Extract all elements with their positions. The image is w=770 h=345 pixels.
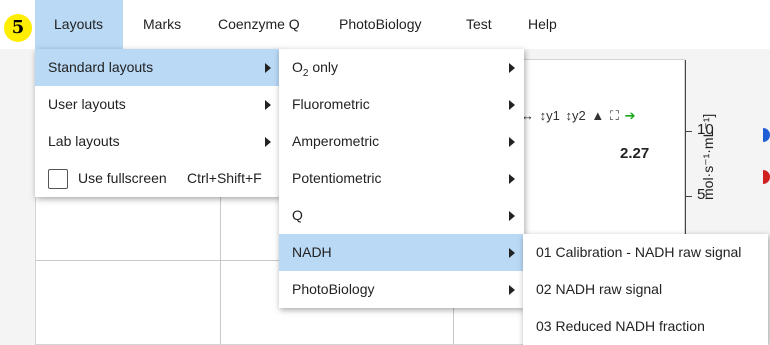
menu-item-label: Amperometric	[292, 133, 380, 149]
fullscreen-icon[interactable]: ⛶	[609, 108, 620, 124]
menu-item-label: 01 Calibration - NADH raw signal	[536, 244, 742, 260]
menu-item-calibration-nadh[interactable]: 01 Calibration - NADH raw signal	[523, 234, 768, 271]
menu-help[interactable]: Help	[528, 0, 557, 49]
menu-item-label: Fluorometric	[292, 96, 370, 112]
step-badge: 5	[4, 14, 32, 42]
submenu-arrow-icon	[265, 63, 271, 73]
menu-coenzyme-q[interactable]: Coenzyme Q	[218, 0, 300, 49]
menu-item-label: 03 Reduced NADH fraction	[536, 318, 705, 334]
scale-y2-icon[interactable]: ↕y2	[564, 108, 586, 123]
menu-item-lab-layouts[interactable]: Lab layouts	[35, 123, 280, 160]
menu-item-standard-layouts[interactable]: Standard layouts	[35, 49, 280, 86]
export-icon[interactable]: ➔	[624, 108, 637, 124]
value-readout: 2.27	[620, 145, 650, 162]
menu-item-fluorometric[interactable]: Fluorometric	[279, 86, 524, 123]
menu-item-label: Standard layouts	[48, 59, 154, 75]
menu-item-amperometric[interactable]: Amperometric	[279, 123, 524, 160]
menu-item-photobiology[interactable]: PhotoBiology	[279, 271, 524, 308]
menu-item-nadh-raw-signal[interactable]: 02 NADH raw signal	[523, 271, 768, 308]
menu-item-label: PhotoBiology	[292, 281, 375, 297]
y-axis-label: mol·s⁻¹·mL⁻¹]	[700, 113, 716, 200]
menu-photobiology[interactable]: PhotoBiology	[339, 0, 422, 49]
submenu-arrow-icon	[509, 100, 515, 110]
standard-layouts-menu: O2 only Fluorometric Amperometric Potent…	[279, 49, 524, 308]
menu-layouts[interactable]: Layouts	[35, 0, 123, 49]
grid-line	[220, 195, 221, 345]
menu-bar: 5 Layouts Marks Coenzyme Q PhotoBiology …	[0, 0, 770, 49]
menu-item-o2-only[interactable]: O2 only	[279, 49, 524, 86]
menu-item-label: 02 NADH raw signal	[536, 281, 663, 297]
submenu-arrow-icon	[509, 63, 515, 73]
menu-marks[interactable]: Marks	[143, 0, 181, 49]
graph-toolbar: ↔ ↕y1 ↕y2 ▲ ⛶ ➔	[520, 108, 636, 130]
menu-item-label: Use fullscreen	[78, 170, 167, 186]
shortcut-label: Ctrl+Shift+F	[187, 170, 262, 186]
menu-item-reduced-nadh-fraction[interactable]: 03 Reduced NADH fraction	[523, 308, 768, 345]
submenu-arrow-icon	[509, 285, 515, 295]
menu-item-label: Lab layouts	[48, 133, 120, 149]
submenu-arrow-icon	[509, 211, 515, 221]
axis-tick	[686, 131, 692, 132]
menu-item-use-fullscreen[interactable]: Use fullscreen Ctrl+Shift+F	[35, 160, 280, 197]
menu-item-user-layouts[interactable]: User layouts	[35, 86, 280, 123]
menu-item-potentiometric[interactable]: Potentiometric	[279, 160, 524, 197]
nadh-menu: 01 Calibration - NADH raw signal 02 NADH…	[523, 234, 768, 345]
fullscreen-checkbox[interactable]	[48, 169, 68, 189]
menu-item-label: User layouts	[48, 96, 126, 112]
submenu-arrow-icon	[509, 174, 515, 184]
menu-item-label: Q	[292, 207, 303, 223]
scale-y1-icon[interactable]: ↕y1	[539, 108, 561, 123]
menu-item-label: NADH	[292, 244, 332, 260]
menu-test[interactable]: Test	[466, 0, 492, 49]
submenu-arrow-icon	[509, 248, 515, 258]
menu-item-q[interactable]: Q	[279, 197, 524, 234]
layouts-menu: Standard layouts User layouts Lab layout…	[35, 49, 280, 197]
graph-area-icon[interactable]: ▲	[590, 108, 605, 123]
axis-tick	[686, 196, 692, 197]
submenu-arrow-icon	[509, 137, 515, 147]
menu-item-nadh[interactable]: NADH	[279, 234, 524, 271]
submenu-arrow-icon	[265, 100, 271, 110]
menu-item-label: Potentiometric	[292, 170, 382, 186]
submenu-arrow-icon	[265, 137, 271, 147]
